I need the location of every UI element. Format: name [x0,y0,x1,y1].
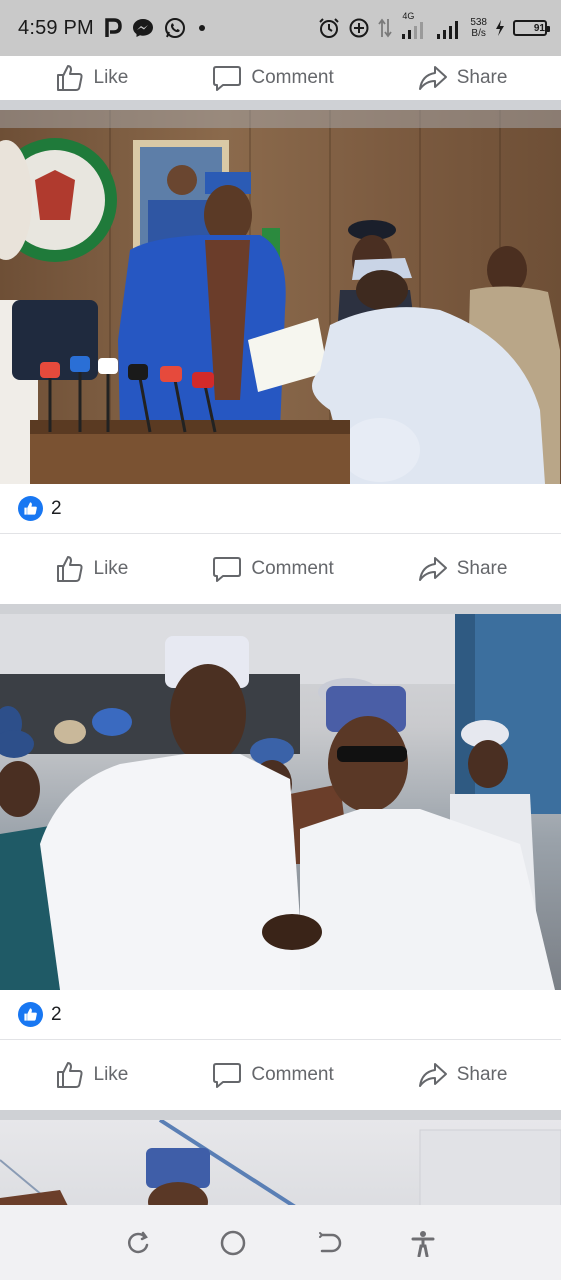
comment-button[interactable]: Comment [211,553,334,585]
back-button[interactable] [306,1221,350,1265]
like-reaction-icon [18,496,43,521]
post-photo-handshake[interactable] [0,614,561,990]
post-photo-meeting[interactable] [0,110,561,484]
home-icon [220,1230,246,1255]
share-label: Share [456,1064,508,1085]
net-speed: 538 B/s [470,17,487,39]
share-label: Share [456,67,508,88]
post-reactions[interactable]: 2 [0,484,561,534]
post-separator [0,604,561,614]
reaction-count: 2 [51,1003,62,1025]
news-feed[interactable]: Like Comment Share 2 Like Comment Share … [0,56,561,1210]
battery-indicator: 91 [513,20,550,36]
status-bar: 4:59 PM 4G 538 B/s 91 [0,0,561,56]
signal-4g-icon: 4G [400,11,428,40]
thumbs-up-icon [56,556,83,582]
photo-handshake-illustration [0,614,561,990]
comment-button[interactable]: Comment [211,62,334,94]
alarm-icon [318,17,340,39]
signal-bars-icon [436,16,462,40]
comment-label: Comment [251,558,334,579]
post-action-bar: Like Comment Share [0,534,561,604]
like-label: Like [93,1064,129,1085]
photo-meeting-illustration [0,110,561,484]
status-left: 4:59 PM [18,17,208,40]
battery-level: 91 [533,22,545,34]
back-icon [319,1231,342,1252]
like-label: Like [93,67,129,88]
net-speed-unit: B/s [471,28,486,39]
reaction-count: 2 [51,497,62,519]
like-reaction-icon [18,1002,43,1027]
comment-label: Comment [251,67,334,88]
accessibility-icon [411,1230,435,1257]
thumbs-up-icon [56,1062,83,1088]
messenger-icon [132,18,154,38]
whatsapp-icon [164,17,186,39]
share-button[interactable]: Share [417,62,508,94]
post-reactions[interactable]: 2 [0,990,561,1040]
dot-icon [196,22,208,34]
post-separator [0,1110,561,1120]
charging-icon [495,19,505,37]
status-right: 4G 538 B/s 91 [318,11,550,40]
like-button[interactable]: Like [54,62,129,94]
share-button[interactable]: Share [417,1059,508,1091]
share-arrow-icon [418,66,447,90]
share-label: Share [456,558,508,579]
photo-partial-illustration [0,1120,561,1210]
system-nav-bar [0,1205,561,1280]
comment-bubble-icon [213,66,242,91]
pinterest-icon [104,18,122,38]
post-separator [0,100,561,110]
data-saver-icon [348,17,370,39]
network-type: 4G [402,11,415,21]
comment-label: Comment [251,1064,334,1085]
like-button[interactable]: Like [54,1059,129,1091]
like-label: Like [93,558,129,579]
net-speed-value: 538 [470,17,487,28]
share-button[interactable]: Share [417,553,508,585]
screen: 4:59 PM 4G 538 B/s 91 Like Comment Share… [0,0,561,1280]
home-button[interactable] [211,1221,255,1265]
post-photo-partial[interactable] [0,1120,561,1210]
recent-apps-icon [127,1231,148,1253]
status-time: 4:59 PM [18,16,94,39]
thumbs-up-icon [56,65,83,91]
comment-bubble-icon [213,557,242,582]
share-arrow-icon [418,1063,447,1087]
post-action-bar: Like Comment Share [0,1040,561,1110]
data-arrows-icon [378,17,393,39]
comment-button[interactable]: Comment [211,1059,334,1091]
share-arrow-icon [418,557,447,581]
post-action-bar: Like Comment Share [0,56,561,100]
like-button[interactable]: Like [54,553,129,585]
comment-bubble-icon [213,1063,242,1088]
accessibility-button[interactable] [401,1221,445,1265]
recent-apps-button[interactable] [116,1221,160,1265]
